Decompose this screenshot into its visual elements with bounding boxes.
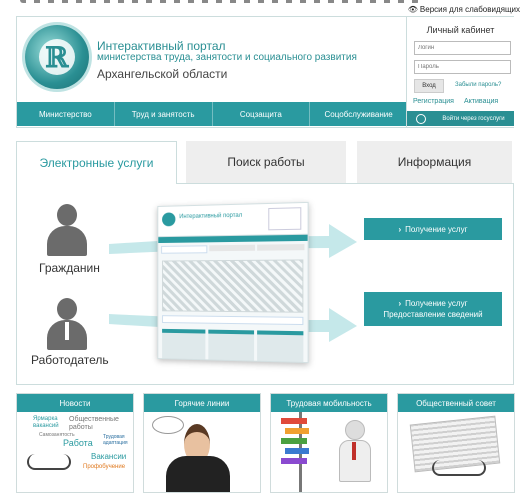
preview-thumb: [256, 330, 304, 364]
header: ℝ Интерактивный портал министерства труд…: [16, 16, 514, 128]
nav-item-social-service[interactable]: Соцобслуживание: [310, 102, 407, 126]
sign-red: [281, 418, 307, 424]
news-tag: Работа: [63, 438, 93, 448]
logo-symbol: ℝ: [45, 41, 69, 74]
tile-labor-mobility[interactable]: Трудовая мобильность: [270, 393, 388, 493]
login-button[interactable]: Вход: [414, 79, 444, 93]
sign-blue: [285, 448, 309, 454]
employer-label: Работодатель: [31, 353, 109, 367]
visually-impaired-link[interactable]: 👁 Версия для слабовидящих: [408, 5, 520, 14]
tile-news[interactable]: Новости Ярмарка вакансий Общественные ра…: [16, 393, 134, 493]
tab-electronic-services[interactable]: Электронные услуги: [16, 141, 177, 184]
preview-title: Интерактивный портал: [179, 212, 243, 221]
preview-thumb: [208, 329, 254, 363]
preview-tab: [161, 245, 208, 254]
sign-purple: [281, 458, 307, 464]
gosuslugi-login-button[interactable]: Войти через госуслуги: [407, 111, 514, 126]
tile-news-title: Новости: [17, 394, 133, 412]
personal-cabinet: Личный кабинет Вход Забыли пароль? Регис…: [406, 17, 514, 127]
eye-icon: 👁: [407, 5, 418, 14]
preview-tabs: [158, 241, 307, 257]
figure-tie: [352, 442, 356, 460]
news-tag: Трудовая адаптация: [103, 434, 128, 446]
glasses-icon: [27, 454, 71, 470]
employer-icon: [45, 298, 89, 352]
employer-services-label1: Получение услуг: [405, 299, 468, 308]
tab-job-search[interactable]: Поиск работы: [186, 141, 346, 183]
news-tag: Профобучение: [83, 464, 126, 470]
forgot-password-link[interactable]: Забыли пароль?: [455, 82, 501, 88]
tile-hotlines[interactable]: Горячие линии: [143, 393, 261, 493]
login-input[interactable]: [414, 41, 511, 55]
citizen-head: [57, 204, 77, 226]
portal-preview-image: Интерактивный портал: [157, 201, 309, 364]
citizen-services-button[interactable]: › Получение услуг: [364, 218, 502, 240]
portal-region: Архангельской области: [97, 67, 228, 81]
decorative-dots: [20, 0, 420, 3]
preview-login-box: [268, 207, 302, 231]
activate-link[interactable]: Активация: [464, 98, 498, 105]
employer-services-button[interactable]: › Получение услуг Предоставление сведений: [364, 292, 502, 326]
figure-head: [345, 420, 365, 440]
news-tag: Общественные работы: [69, 416, 119, 431]
password-input[interactable]: [414, 60, 511, 74]
sign-green: [281, 438, 307, 444]
service-tabs: Электронные услуги Поиск работы Информац…: [16, 141, 512, 184]
register-link[interactable]: Регистрация: [413, 98, 454, 105]
gosuslugi-icon: [416, 113, 427, 124]
thought-bubble-icon: [152, 416, 184, 434]
portal-subtitle: министерства труда, занятости и социальн…: [97, 52, 357, 63]
citizen-label: Гражданин: [39, 261, 100, 275]
sign-orange: [285, 428, 309, 434]
preview-tab: [257, 244, 305, 251]
preview-thumbs: [162, 328, 304, 364]
citizen-body: [47, 226, 87, 256]
preview-thumb: [162, 328, 206, 362]
services-panel: Гражданин Работодатель Интерактивный пор…: [16, 183, 514, 385]
tab-information[interactable]: Информация: [357, 141, 512, 183]
preview-logo: [162, 212, 176, 227]
employer-head: [57, 298, 77, 320]
employer-services-label2: Предоставление сведений: [383, 310, 483, 319]
preview-search: [162, 315, 304, 326]
citizen-icon: [45, 204, 89, 258]
gosuslugi-label: Войти через госуслуги: [442, 115, 505, 122]
preview-tab: [209, 244, 256, 252]
preview-maze: [162, 259, 304, 313]
woman-body: [166, 456, 230, 492]
news-tag: Вакансии: [91, 452, 127, 461]
nav-item-social-protection[interactable]: Соцзащита: [213, 102, 311, 126]
nav-item-labor[interactable]: Труд и занятость: [115, 102, 213, 126]
news-tag: Ярмарка вакансий: [33, 416, 59, 429]
tile-labor-mobility-title: Трудовая мобильность: [271, 394, 387, 412]
bottom-tiles: Новости Ярмарка вакансий Общественные ра…: [16, 393, 515, 493]
nav-item-ministry[interactable]: Министерство: [17, 102, 115, 126]
tile-public-council[interactable]: Общественный совет: [397, 393, 515, 493]
visually-impaired-label: Версия для слабовидящих: [419, 5, 520, 14]
tile-hotlines-title: Горячие линии: [144, 394, 260, 412]
chevron-right-icon: ›: [398, 224, 402, 234]
tie-icon: [65, 322, 69, 340]
main-nav: Министерство Труд и занятость Соцзащита …: [17, 102, 407, 126]
tile-public-council-title: Общественный совет: [398, 394, 514, 412]
glasses-icon: [432, 460, 486, 476]
chevron-right-icon: ›: [398, 299, 402, 308]
portal-logo-icon[interactable]: ℝ: [25, 25, 89, 89]
employer-services-line1: › Получение услуг: [398, 298, 467, 309]
cabinet-title: Личный кабинет: [426, 25, 495, 35]
citizen-services-label: Получение услуг: [405, 224, 468, 234]
preview-header: Интерактивный портал: [158, 202, 308, 238]
portal-title: Интерактивный портал: [97, 39, 226, 53]
